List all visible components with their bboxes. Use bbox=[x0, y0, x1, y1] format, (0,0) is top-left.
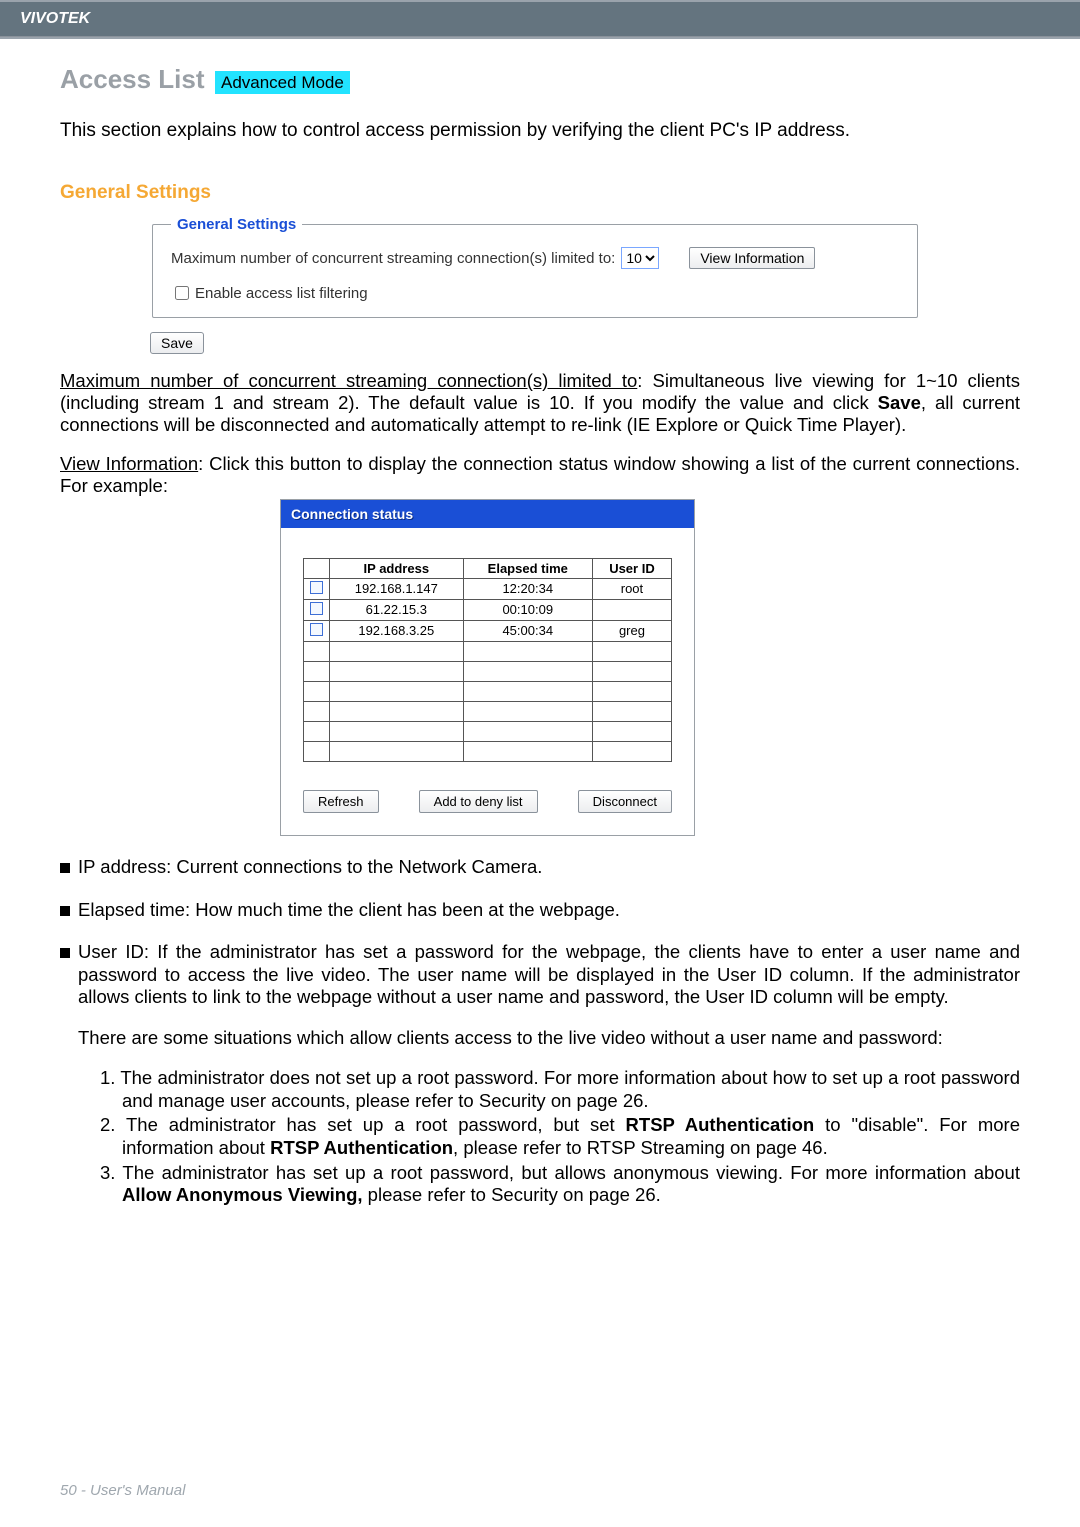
general-settings-heading: General Settings bbox=[60, 182, 1020, 204]
page-title: Access List bbox=[60, 64, 205, 94]
table-row-empty bbox=[304, 661, 672, 681]
table-row-empty bbox=[304, 721, 672, 741]
enable-access-list-label: Enable access list filtering bbox=[195, 285, 368, 302]
cell-ip: 61.22.15.3 bbox=[330, 599, 464, 620]
square-bullet-icon bbox=[60, 906, 70, 916]
square-bullet-icon bbox=[60, 948, 70, 958]
table-row-empty bbox=[304, 741, 672, 761]
bullet-ip-text: IP address: Current connections to the N… bbox=[78, 856, 1020, 879]
page-footer: 50 - User's Manual bbox=[60, 1482, 185, 1499]
viewinfo-underline: View Information bbox=[60, 453, 198, 474]
bullet-ip: IP address: Current connections to the N… bbox=[60, 856, 1020, 879]
intro-text: This section explains how to control acc… bbox=[60, 120, 1020, 142]
general-settings-fieldset: General Settings Maximum number of concu… bbox=[152, 216, 918, 318]
numlist-1: 1. The administrator does not set up a r… bbox=[100, 1067, 1020, 1112]
table-row: 192.168.3.2545:00:34greg bbox=[304, 620, 672, 641]
connection-status-table: IP address Elapsed time User ID 192.168.… bbox=[303, 558, 672, 762]
situations-lead: There are some situations which allow cl… bbox=[78, 1027, 943, 1048]
bullet-userid: User ID: If the administrator has set a … bbox=[60, 941, 1020, 1209]
square-bullet-icon bbox=[60, 863, 70, 873]
n2e: , please refer to RTSP Streaming on page… bbox=[453, 1137, 828, 1158]
cell-elapsed: 12:20:34 bbox=[463, 578, 592, 599]
bullet-userid-text: User ID: If the administrator has set a … bbox=[78, 941, 1020, 1007]
row-checkbox[interactable] bbox=[310, 623, 323, 636]
connection-status-window: Connection status IP address Elapsed tim… bbox=[280, 499, 695, 836]
cell-userid bbox=[592, 599, 671, 620]
n2d: RTSP Authentication bbox=[270, 1137, 453, 1158]
general-settings-legend: General Settings bbox=[171, 216, 302, 233]
bullet-elapsed: Elapsed time: How much time the client h… bbox=[60, 899, 1020, 922]
refresh-button[interactable]: Refresh bbox=[303, 790, 379, 813]
viewinfo-rest: : Click this button to display the conne… bbox=[60, 453, 1020, 496]
bullet-elapsed-text: Elapsed time: How much time the client h… bbox=[78, 899, 1020, 922]
table-row: 61.22.15.300:10:09 bbox=[304, 599, 672, 620]
cell-elapsed: 00:10:09 bbox=[463, 599, 592, 620]
col-ip: IP address bbox=[330, 558, 464, 578]
n2b: RTSP Authentication bbox=[626, 1114, 815, 1135]
cell-ip: 192.168.1.147 bbox=[330, 578, 464, 599]
numlist-2: 2. The administrator has set up a root p… bbox=[100, 1114, 1020, 1159]
n3a: 3. The administrator has set up a root p… bbox=[100, 1162, 1020, 1183]
brand-header: VIVOTEK bbox=[0, 2, 1080, 37]
view-information-button[interactable]: View Information bbox=[689, 247, 815, 269]
row-checkbox[interactable] bbox=[310, 581, 323, 594]
n3c: please refer to Security on page 26. bbox=[363, 1184, 661, 1205]
max-connections-paragraph: Maximum number of concurrent streaming c… bbox=[60, 370, 1020, 437]
n3b: Allow Anonymous Viewing, bbox=[122, 1184, 363, 1205]
save-word: Save bbox=[878, 392, 921, 413]
connection-status-title: Connection status bbox=[281, 500, 694, 528]
table-row-empty bbox=[304, 701, 672, 721]
table-row-empty bbox=[304, 641, 672, 661]
view-info-paragraph: View Information: Click this button to d… bbox=[60, 453, 1020, 497]
col-userid: User ID bbox=[592, 558, 671, 578]
cell-ip: 192.168.3.25 bbox=[330, 620, 464, 641]
enable-access-list-checkbox[interactable] bbox=[175, 286, 189, 300]
max-connections-select[interactable]: 10 bbox=[621, 247, 659, 269]
table-row: 192.168.1.14712:20:34root bbox=[304, 578, 672, 599]
cell-userid: root bbox=[592, 578, 671, 599]
table-row-empty bbox=[304, 681, 672, 701]
add-to-deny-list-button[interactable]: Add to deny list bbox=[419, 790, 538, 813]
max-connections-label: Maximum number of concurrent streaming c… bbox=[171, 250, 615, 267]
advanced-mode-badge: Advanced Mode bbox=[215, 71, 350, 94]
col-elapsed: Elapsed time bbox=[463, 558, 592, 578]
save-button[interactable]: Save bbox=[150, 332, 204, 354]
col-checkbox bbox=[304, 558, 330, 578]
page-title-line: Access List Advanced Mode bbox=[60, 64, 1020, 95]
cell-userid: greg bbox=[592, 620, 671, 641]
n2a: 2. The administrator has set up a root p… bbox=[100, 1114, 626, 1135]
cell-elapsed: 45:00:34 bbox=[463, 620, 592, 641]
max-underline: Maximum number of concurrent streaming c… bbox=[60, 370, 637, 391]
disconnect-button[interactable]: Disconnect bbox=[578, 790, 672, 813]
numlist-3: 3. The administrator has set up a root p… bbox=[100, 1162, 1020, 1207]
row-checkbox[interactable] bbox=[310, 602, 323, 615]
